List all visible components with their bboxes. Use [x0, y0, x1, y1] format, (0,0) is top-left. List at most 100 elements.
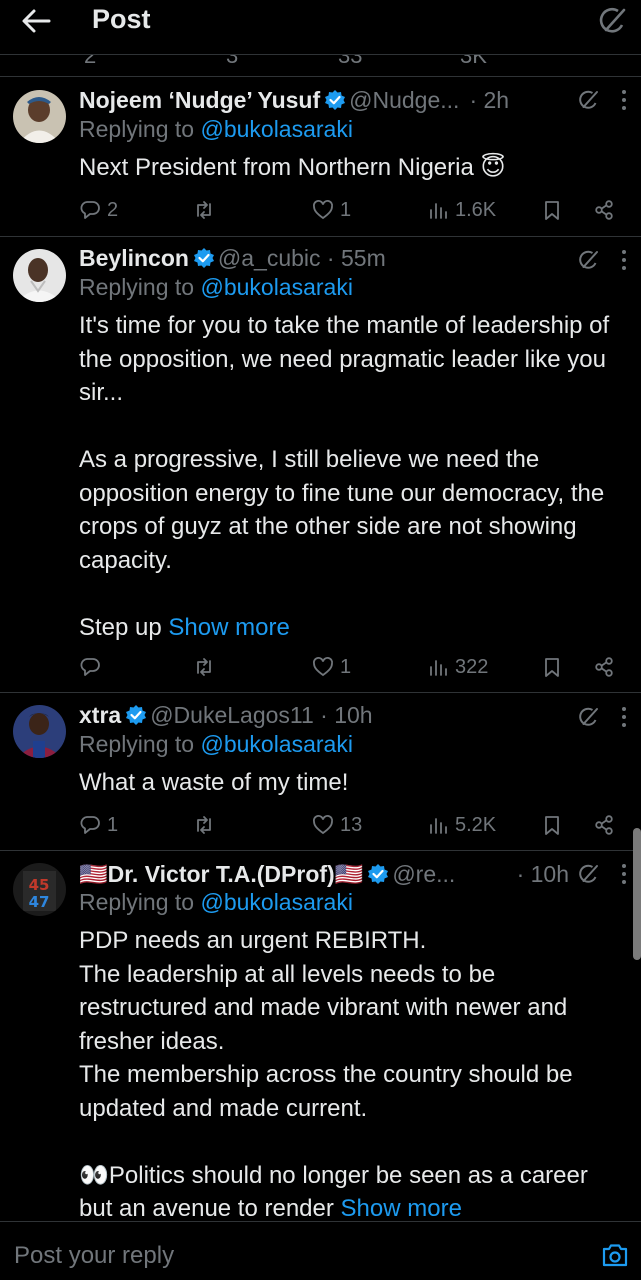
reply-post[interactable]: Nojeem ‘Nudge’ Yusuf @Nudge... · 2h Replyi…: [0, 78, 641, 237]
bookmark-button[interactable]: [541, 195, 563, 225]
replying-to: Replying to @bukolasaraki: [79, 274, 353, 300]
bookmark-icon: [545, 816, 559, 835]
mention-link[interactable]: @bukolasaraki: [200, 116, 352, 142]
mention-link[interactable]: @bukolasaraki: [200, 731, 352, 757]
views-icon: [430, 660, 447, 676]
views-button[interactable]: 1.6K: [427, 195, 496, 225]
like-count: 13: [340, 813, 363, 836]
verified-badge-icon: [368, 864, 389, 884]
bookmark-button[interactable]: [541, 652, 563, 682]
post-time[interactable]: · 10h: [517, 861, 569, 888]
arrow-left-icon[interactable]: [18, 6, 54, 36]
author-handle[interactable]: @DukeLagos11 · 10h: [150, 702, 372, 728]
action-row: 2 1 1.6K: [79, 195, 619, 225]
author-name[interactable]: Nojeem ‘Nudge’ Yusuf: [79, 87, 320, 113]
avatar-number-top: 45: [29, 876, 50, 894]
post-text: PDP needs an urgent REBIRTH. The leaders…: [79, 927, 588, 1222]
prev-reposts-count: 3: [226, 55, 239, 68]
scrollbar-thumb[interactable]: [633, 828, 641, 960]
reply-input-placeholder[interactable]: Post your reply: [14, 1242, 174, 1270]
reply-icon: [80, 816, 100, 834]
reply-button[interactable]: 1: [79, 810, 118, 840]
author-handle[interactable]: @re...: [392, 861, 455, 887]
action-row: 1 13 5.2K: [79, 810, 619, 840]
share-button[interactable]: [593, 195, 615, 225]
bookmark-button[interactable]: [541, 810, 563, 840]
reply-post[interactable]: xtra @DukeLagos11 · 10h Replying to @buko…: [0, 693, 641, 851]
avatar[interactable]: [13, 249, 66, 302]
post-text: It's time for you to take the mantle of …: [79, 312, 610, 641]
reply-icon: [80, 658, 100, 676]
post-text: Next President from Northern Nigeria 😇: [79, 154, 506, 181]
top-bar: Post: [0, 0, 641, 55]
grok-icon[interactable]: [577, 249, 599, 271]
bookmark-icon: [545, 201, 559, 220]
replying-to: Replying to @bukolasaraki: [79, 731, 353, 757]
mention-link[interactable]: @bukolasaraki: [200, 889, 352, 915]
avatar[interactable]: [13, 90, 66, 143]
views-icon: [430, 818, 447, 834]
reply-post[interactable]: 45 47 🇺🇸Dr. Victor T.A.(DProf)🇺🇸 @re... ·…: [0, 851, 641, 1222]
more-icon[interactable]: [621, 707, 627, 727]
reply-icon: [80, 201, 100, 219]
heart-icon: [313, 657, 333, 677]
avatar-number-bottom: 47: [29, 893, 50, 911]
reply-button[interactable]: 2: [79, 195, 118, 225]
camera-icon[interactable]: [601, 1242, 629, 1268]
reply-button[interactable]: [79, 652, 107, 682]
grok-icon[interactable]: [577, 89, 599, 111]
author-handle[interactable]: @Nudge...: [349, 87, 459, 113]
like-button[interactable]: 1: [312, 195, 351, 225]
avatar[interactable]: [13, 705, 66, 758]
show-more-link[interactable]: Show more: [341, 1195, 462, 1222]
heart-icon: [313, 815, 333, 835]
more-icon[interactable]: [621, 90, 627, 110]
view-count: 322: [455, 655, 489, 678]
post-time[interactable]: · 2h: [469, 87, 509, 113]
author-name[interactable]: 🇺🇸Dr. Victor T.A.(DProf)🇺🇸: [79, 861, 363, 887]
like-count: 1: [340, 198, 352, 221]
page-title: Post: [92, 4, 151, 34]
more-icon[interactable]: [621, 864, 627, 884]
mention-link[interactable]: @bukolasaraki: [200, 274, 352, 300]
verified-badge-icon: [325, 90, 346, 110]
more-icon[interactable]: [621, 250, 627, 270]
repost-button[interactable]: [193, 195, 221, 225]
replying-to: Replying to @bukolasaraki: [79, 889, 353, 915]
action-row: 1 322: [79, 652, 619, 682]
heart-icon: [313, 200, 333, 220]
repost-icon: [197, 658, 211, 676]
prev-replies-count: 2: [84, 55, 97, 68]
reply-count: 2: [107, 198, 119, 221]
views-button[interactable]: 5.2K: [427, 810, 496, 840]
show-more-link[interactable]: Show more: [168, 614, 289, 641]
author-name[interactable]: Beylincon: [79, 245, 189, 271]
grok-icon[interactable]: [577, 706, 599, 728]
reply-composer-bar[interactable]: Post your reply: [0, 1221, 641, 1280]
reply-count: 1: [107, 813, 119, 836]
previous-post-actions: 2 3 33 3K: [0, 55, 641, 77]
author-handle[interactable]: @a_cubic · 55m: [218, 245, 386, 271]
views-button[interactable]: 322: [427, 652, 488, 682]
grok-icon[interactable]: [577, 863, 599, 885]
repost-icon: [197, 201, 211, 219]
repost-button[interactable]: [193, 652, 221, 682]
bookmark-icon: [545, 658, 559, 677]
author-name[interactable]: xtra: [79, 702, 121, 728]
repost-icon: [197, 816, 211, 834]
share-button[interactable]: [593, 652, 615, 682]
prev-likes-count: 33: [338, 55, 363, 68]
like-button[interactable]: 13: [312, 810, 362, 840]
share-button[interactable]: [593, 810, 615, 840]
prev-views-count: 3K: [460, 55, 487, 68]
verified-badge-icon: [126, 705, 147, 725]
repost-button[interactable]: [193, 810, 221, 840]
post-text: What a waste of my time!: [79, 769, 349, 796]
avatar[interactable]: 45 47: [13, 863, 66, 916]
grok-icon[interactable]: [597, 6, 627, 36]
reply-post[interactable]: Beylincon @a_cubic · 55m Replying to @buk…: [0, 237, 641, 693]
verified-badge-icon: [193, 248, 214, 268]
share-icon: [595, 815, 613, 835]
like-button[interactable]: 1: [312, 652, 351, 682]
view-count: 1.6K: [455, 198, 497, 221]
